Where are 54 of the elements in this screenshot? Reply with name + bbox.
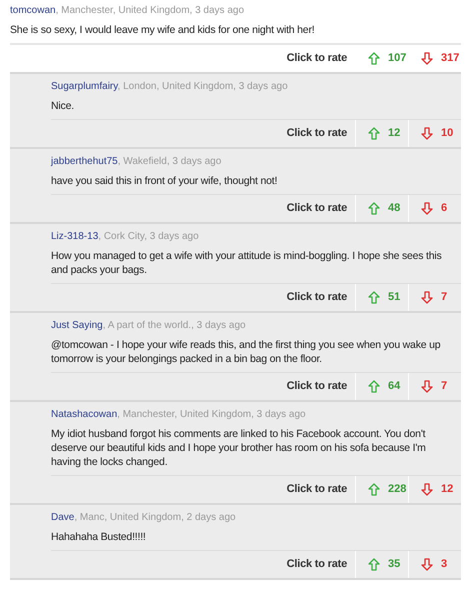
comment-author[interactable]: Sugarplumfairy xyxy=(51,81,118,92)
comment-text: My idiot husband forgot his comments are linked to his Facebook account. You don't deserve our beautiful kids and I hope your brother has room on his sofa because I'm having the locks changed. xyxy=(51,427,427,469)
down-arrow-icon xyxy=(421,127,433,140)
comment-meta: , Wakefield, 3 days ago xyxy=(118,156,222,167)
comment-meta: , Manc, United Kingdom, 2 days ago xyxy=(74,512,236,523)
comment-meta: , A part of the world., 3 days ago xyxy=(102,320,246,331)
rate-label: Click to rate xyxy=(286,290,348,306)
thumbs-up-button[interactable]: 35 xyxy=(355,551,408,578)
thumbs-up-button[interactable]: 228 xyxy=(355,476,408,503)
comment-text: @tomcowan - I hope your wife reads this, and the first thing you see when you wake up tomorrow is your belongings packed in a bin bag on the floor. xyxy=(51,338,442,366)
up-arrow-icon xyxy=(368,483,380,496)
comment-text: Nice. xyxy=(51,99,75,113)
up-arrow-icon xyxy=(368,127,380,140)
comment-author[interactable]: Just Saying xyxy=(51,320,103,331)
comment-meta: , Manchester, United Kingdom, 3 days ago xyxy=(56,5,244,16)
down-arrow-icon xyxy=(421,202,433,215)
thumbs-down-button[interactable]: 12 xyxy=(408,476,461,503)
comment-author[interactable]: Liz-318-13 xyxy=(51,231,98,242)
comment-text: Hahahaha Busted!!!!! xyxy=(51,530,147,544)
comment-meta: , Manchester, United Kingdom, 3 days ago xyxy=(117,409,306,420)
rate-label: Click to rate xyxy=(286,51,348,66)
comment-text: have you said this in front of your wife, thought not! xyxy=(51,174,278,188)
down-arrow-icon xyxy=(421,380,433,393)
up-arrow-icon xyxy=(368,558,380,571)
down-arrow-icon xyxy=(421,558,433,571)
up-arrow-icon xyxy=(368,202,380,215)
comment-author[interactable]: tomcowan xyxy=(10,5,56,16)
comment-meta: , Cork City, 3 days ago xyxy=(98,231,199,242)
down-arrow-icon xyxy=(421,483,433,496)
down-arrow-icon xyxy=(421,291,433,304)
rate-label: Click to rate xyxy=(286,482,348,498)
thumbs-down-button[interactable]: 6 xyxy=(408,195,461,222)
rate-label: Click to rate xyxy=(286,379,348,394)
thumbs-up-button[interactable]: 64 xyxy=(355,373,408,400)
rate-label: Click to rate xyxy=(286,557,348,572)
comment-text: How you managed to get a wife with your attitude is mind-boggling. I hope she sees this and packs your bags. xyxy=(51,249,443,277)
rate-label: Click to rate xyxy=(286,201,348,216)
comment-author[interactable]: Natashacowan xyxy=(51,409,118,420)
comment-author[interactable]: Dave xyxy=(51,512,74,523)
up-arrow-icon xyxy=(368,291,380,304)
up-arrow-icon xyxy=(368,380,380,393)
comment-author[interactable]: jabberthehut75 xyxy=(51,156,118,167)
down-arrow-icon xyxy=(421,52,433,65)
rate-label: Click to rate xyxy=(286,126,348,142)
thumbs-down-button[interactable]: 10 xyxy=(408,120,461,147)
thumbs-down-button[interactable]: 3 xyxy=(408,551,461,578)
thumbs-down-button[interactable]: 7 xyxy=(408,373,461,400)
thumbs-up-button[interactable]: 12 xyxy=(355,120,408,147)
comment-meta: , London, United Kingdom, 3 days ago xyxy=(118,81,288,92)
thumbs-down-button[interactable]: 7 xyxy=(408,284,461,311)
up-arrow-icon xyxy=(368,52,380,65)
comment-text: She is so sexy, I would leave my wife and kids for one night with her! xyxy=(10,23,316,37)
thumbs-up-button[interactable]: 48 xyxy=(355,195,408,222)
thumbs-up-button[interactable]: 51 xyxy=(355,284,408,311)
